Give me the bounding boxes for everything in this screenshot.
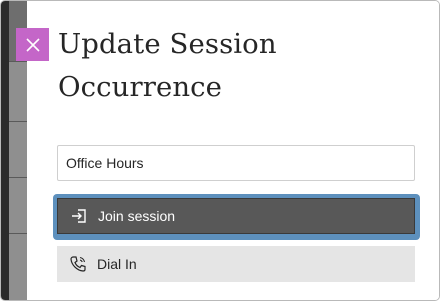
close-button[interactable]	[16, 28, 49, 61]
background-edge	[1, 1, 9, 300]
background-divider	[9, 61, 27, 62]
dialog-frame: Update Session Occurrence Office Hours J…	[0, 0, 440, 301]
join-session-label: Join session	[98, 208, 176, 224]
background-divider	[9, 121, 27, 122]
close-icon	[25, 37, 40, 52]
background-divider	[9, 233, 27, 234]
session-name-value: Office Hours	[66, 155, 144, 171]
background-divider	[9, 177, 27, 178]
phone-icon	[69, 255, 87, 273]
title-line-1: Update Session	[58, 28, 277, 60]
title-line-2: Occurrence	[58, 71, 223, 103]
dial-in-button[interactable]: Dial In	[57, 246, 415, 282]
dial-in-label: Dial In	[97, 256, 137, 272]
sign-in-icon	[70, 207, 88, 225]
session-name-input[interactable]: Office Hours	[57, 145, 415, 181]
join-session-button[interactable]: Join session	[57, 198, 415, 234]
page-title: Update Session Occurrence	[58, 23, 418, 109]
